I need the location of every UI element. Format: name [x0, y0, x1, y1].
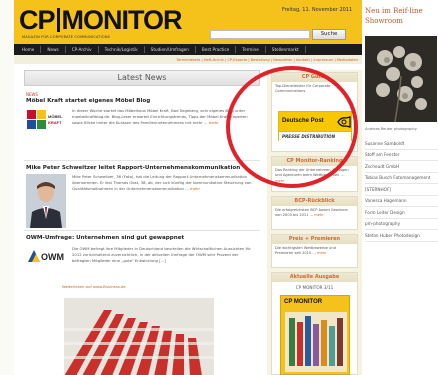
- site-tagline: MAGAZIN FÜR CORPORATE COMMUNICATIONS: [22, 35, 111, 39]
- magazine-cover[interactable]: CP MONITOR: [280, 295, 350, 375]
- site-header: CP MONITOR MAGAZIN FÜR CORPORATE COMMUNIC…: [14, 0, 362, 44]
- issue-label: CP MONITOR 3/11: [295, 285, 334, 290]
- sub-navigation: Termindetails | Heft-Archiv | CP-Exporte…: [14, 55, 362, 64]
- logo-bar: [56, 8, 60, 32]
- showroom-links: Susanne Samboldt Stoff am Fenster Zscheu…: [365, 138, 438, 242]
- ranking-text-body: Das Ranking der Unternehmen, Verlagen un…: [275, 168, 349, 178]
- cover-logo: CP MONITOR: [284, 299, 323, 305]
- cp-guide-heading: CP Guide: [272, 73, 357, 82]
- more-link-schweitzer[interactable]: mehr: [190, 186, 200, 191]
- ranking-heading: CP Monitor-Ranking: [272, 157, 357, 166]
- logo-monitor: MONITOR: [61, 5, 183, 35]
- showroom-link[interactable]: Susanne Samboldt: [365, 138, 438, 150]
- main-navigation: Home News CP-Archiv Technik/Logistik Stu…: [14, 44, 362, 55]
- owm-link-row: Weiterlesen auf www.Business.de: [62, 284, 248, 290]
- nav-best-practice[interactable]: Best Practice: [196, 46, 237, 53]
- bcp-text-body: Die erfolgreichsten BCP Award Gewinner v…: [275, 208, 349, 218]
- bcp-more-link[interactable]: mehr: [314, 213, 323, 217]
- bcp-text: Die erfolgreichsten BCP Award Gewinner v…: [272, 206, 357, 221]
- showroom-link[interactable]: Zscheudt GmbH: [365, 161, 438, 173]
- article-body-owm: Die OWM befragt ihre Mitglieder in Deuts…: [72, 246, 251, 263]
- right-column: Neu im Reif-line Showroom Andreas Reuter: [362, 0, 438, 375]
- showroom-photo[interactable]: [365, 36, 437, 123]
- cp-guide-box: CP Guide Top-Dienstleister für Corporate…: [271, 72, 358, 152]
- svg-text:MÖBEL: MÖBEL: [48, 114, 63, 119]
- search-button[interactable]: Suche: [312, 29, 346, 40]
- showroom-link[interactable]: pm-photography: [365, 219, 438, 230]
- photo-caption: Andreas Reuter photography: [365, 127, 417, 131]
- schweitzer-photo: [26, 174, 66, 228]
- divider: [24, 230, 260, 231]
- cp-guide-text: Top-Dienstleister für Corporate Communic…: [275, 84, 331, 94]
- preise-box: Preis + Premieren Die wichtigsten Wettbe…: [271, 234, 358, 268]
- preise-text-body: Die wichtigsten Wettbewerbe und Premiere…: [275, 246, 336, 256]
- sidebar: CP Guide Top-Dienstleister für Corporate…: [267, 70, 362, 375]
- article-title-kraft[interactable]: Möbel Kraft startet eigenes Möbel Blog: [26, 98, 150, 104]
- deutsche-post-banner[interactable]: Deutsche Post PRESSE DISTRIBUTION: [278, 111, 352, 141]
- nav-technik[interactable]: Technik/Logistik: [99, 46, 145, 53]
- presse-distribution-strip: PRESSE DISTRIBUTION: [279, 131, 351, 141]
- aktuelle-ausgabe-heading: Aktuelle Ausgabe: [272, 273, 357, 282]
- post-horn-icon: [337, 116, 351, 128]
- ranking-box: CP Monitor-Ranking Das Ranking der Unter…: [271, 156, 358, 192]
- article-text-schweitzer: Mike Peter Schweitzer, 36 (Foto), hat di…: [72, 174, 252, 191]
- showroom-link[interactable]: [STERNHOF]: [365, 184, 438, 196]
- news-label: NEWS: [26, 92, 39, 97]
- divider: [24, 160, 260, 161]
- nav-termine[interactable]: Termine: [236, 46, 266, 53]
- more-link-kraft[interactable]: mehr: [209, 120, 219, 125]
- presse-distribution-label: PRESSE DISTRIBUTION: [282, 134, 336, 139]
- cover-artwork: [285, 312, 347, 372]
- main-content: Latest News NEWS Möbel Kraft startet eig…: [24, 70, 260, 375]
- business-link[interactable]: Weiterlesen auf www.Business.de: [62, 284, 126, 289]
- bcp-box: BCP-Rückblick Die erfolgreichsten BCP Aw…: [271, 196, 358, 230]
- current-date: Freitag, 11. November 2011: [282, 7, 353, 13]
- moebel-kraft-logo: MÖBEL KRAFT: [26, 108, 64, 130]
- article-body-schweitzer: Mike Peter Schweitzer, 36 (Foto), hat di…: [72, 174, 258, 192]
- nav-news[interactable]: News: [41, 46, 66, 53]
- article-body-kraft: In dieser Woche startet das Möbelhaus Mö…: [72, 108, 258, 126]
- stairs-image: [64, 298, 214, 375]
- cp-monitor-page: CP MONITOR MAGAZIN FÜR CORPORATE COMMUNIC…: [14, 0, 362, 375]
- article-text-kraft: In dieser Woche startet das Möbelhaus Mö…: [72, 108, 248, 125]
- article-title-owm[interactable]: OWM-Umfrage: Unternehmen sind gut gewapp…: [26, 235, 184, 241]
- owm-logo: OWM: [26, 246, 66, 266]
- preise-text: Die wichtigsten Wettbewerbe und Premiere…: [272, 244, 357, 259]
- showroom-link[interactable]: Stoff am Fenster: [365, 150, 438, 161]
- ranking-text: Das Ranking der Unternehmen, Verlagen un…: [272, 166, 357, 186]
- svg-text:KRAFT: KRAFT: [48, 120, 62, 125]
- nav-cp-archiv[interactable]: CP-Archiv: [66, 46, 99, 53]
- showroom-link[interactable]: Form Leiter Design: [365, 207, 438, 219]
- showroom-link[interactable]: Stefan Huber Photodesign: [365, 230, 438, 242]
- subnav-links[interactable]: Termindetails | Heft-Archiv | CP-Exporte…: [176, 58, 358, 62]
- latest-news-heading: Latest News: [24, 70, 260, 86]
- search-input[interactable]: [210, 30, 310, 39]
- showroom-link[interactable]: Tobias Busch Fotomanagement: [365, 173, 438, 184]
- svg-text:OWM: OWM: [41, 252, 64, 262]
- logo-cp: CP: [19, 5, 56, 35]
- aktuelle-ausgabe-box: Aktuelle Ausgabe CP MONITOR 3/11 CP MONI…: [271, 272, 358, 375]
- deutsche-post-title: Deutsche Post: [282, 118, 324, 124]
- cp-monitor-logo[interactable]: CP MONITOR: [19, 5, 183, 35]
- preise-more-link[interactable]: mehr: [317, 251, 326, 255]
- bcp-heading: BCP-Rückblick: [272, 197, 357, 206]
- showroom-link[interactable]: Vanessa Hagemann: [365, 196, 438, 207]
- article-title-schweitzer[interactable]: Mike Peter Schweitzer leitet Rapport-Unt…: [26, 165, 240, 171]
- nav-stellenmarkt[interactable]: Stellenmarkt: [266, 46, 306, 53]
- preise-heading: Preis + Premieren: [272, 235, 357, 244]
- ranking-more-link[interactable]: mehr: [275, 179, 284, 183]
- nav-studien[interactable]: Studien/Umfragen: [145, 46, 196, 53]
- showroom-title[interactable]: Neu im Reif-line Showroom: [365, 6, 438, 26]
- nav-home[interactable]: Home: [16, 46, 42, 53]
